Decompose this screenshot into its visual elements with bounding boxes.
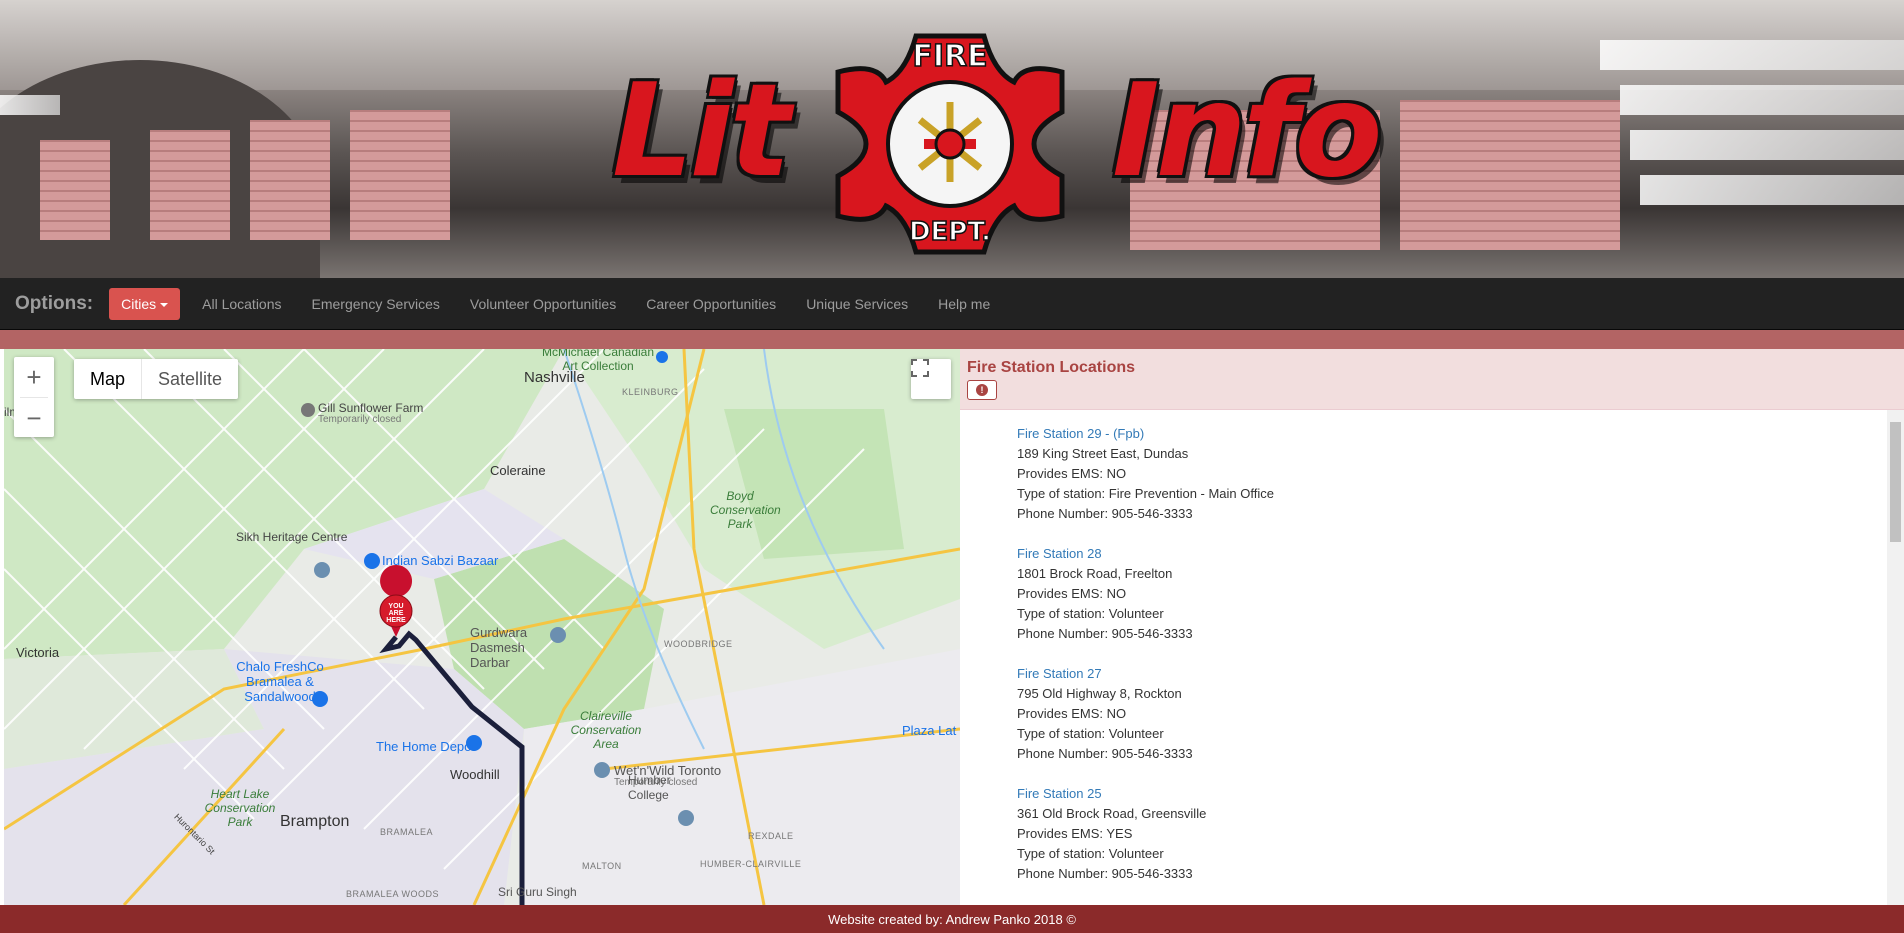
- svg-text:YOU: YOU: [388, 603, 403, 610]
- nav-link-all-locations[interactable]: All Locations: [187, 296, 296, 312]
- station-address: 1801 Brock Road, Freelton: [1017, 566, 1173, 581]
- map-label-plaza: Plaza Lat: [902, 723, 957, 738]
- panel-scrollbar[interactable]: [1887, 410, 1904, 905]
- station-phone: Phone Number: 905-546-3333: [1017, 506, 1193, 521]
- station-ems: Provides EMS: NO: [1017, 706, 1127, 721]
- map-label-claireville: Claireville Conservation Area: [570, 709, 642, 751]
- divider-bar: [0, 330, 1904, 349]
- map-label-woodbridge: WOODBRIDGE: [664, 639, 733, 649]
- nav-link-help-me[interactable]: Help me: [923, 296, 1005, 312]
- map-label-bramalea: BRAMALEA: [380, 827, 434, 837]
- station-type: Type of station: Fire Prevention - Main …: [1017, 486, 1274, 501]
- cities-dropdown-button[interactable]: Cities: [109, 287, 181, 320]
- nav-link-volunteer-opportunities[interactable]: Volunteer Opportunities: [455, 296, 631, 312]
- station-ems: Provides EMS: NO: [1017, 466, 1127, 481]
- map-label-humber-clairville: HUMBER-CLAIRVILLE: [700, 859, 802, 869]
- svg-text:HERE: HERE: [386, 617, 406, 624]
- map-label-kleinburg: KLEINBURG: [622, 387, 679, 397]
- station-ems: Provides EMS: YES: [1017, 826, 1133, 841]
- footer: Website created by: Andrew Panko 2018 ©: [0, 905, 1904, 933]
- map-label-indian: Indian Sabzi Bazaar: [382, 553, 499, 568]
- station-name-link[interactable]: Fire Station 29 - (Fpb): [1017, 424, 1904, 444]
- map-label-gurdwara: Gurdwara Dasmesh Darbar: [470, 625, 528, 670]
- station-type: Type of station: Volunteer: [1017, 726, 1164, 741]
- station-address: 189 King Street East, Dundas: [1017, 446, 1189, 461]
- fullscreen-button[interactable]: [911, 359, 951, 399]
- station-item: Fire Station 28 1801 Brock Road, Freelto…: [1017, 544, 1904, 644]
- logo-text-dept: DEPT.: [909, 217, 991, 247]
- map-label-chalo: Chalo FreshCo Bramalea & Sandalwood: [236, 659, 324, 704]
- nav-link-emergency-services[interactable]: Emergency Services: [297, 296, 455, 312]
- station-address: 361 Old Brock Road, Greensville: [1017, 806, 1207, 821]
- map-label-sri-guru-singh: Sri Guru Singh: [498, 885, 577, 899]
- map-label-brampton: Brampton: [280, 813, 350, 830]
- station-panel: Fire Station Locations ! Fire Station 29…: [960, 349, 1904, 905]
- station-name-link[interactable]: Fire Station 28: [1017, 544, 1904, 564]
- zoom-in-button[interactable]: +: [14, 357, 54, 397]
- station-ems: Provides EMS: NO: [1017, 586, 1127, 601]
- banner-title-info: Info: [1112, 57, 1382, 206]
- satellite-view-button[interactable]: Satellite: [142, 359, 238, 399]
- nav-link-career-opportunities[interactable]: Career Opportunities: [631, 296, 791, 312]
- station-phone: Phone Number: 905-546-3333: [1017, 626, 1193, 641]
- station-item: Fire Station 29 - (Fpb) 189 King Street …: [1017, 424, 1904, 524]
- map-label-rexdale: REXDALE: [748, 831, 794, 841]
- map-view-button[interactable]: Map: [74, 359, 143, 399]
- map-label-woodhill: Woodhill: [450, 767, 500, 782]
- header-banner: Lit FIRE DEPT. Info: [0, 0, 1904, 278]
- station-list[interactable]: Fire Station 29 - (Fpb) 189 King Street …: [960, 410, 1904, 905]
- map-label-gill: Gill Sunflower Farm: [318, 401, 424, 415]
- panel-title: Fire Station Locations: [967, 359, 1136, 376]
- fullscreen-icon: [911, 359, 929, 377]
- nav-brand: Options:: [15, 292, 94, 314]
- map-type-control: Map Satellite: [74, 359, 239, 399]
- station-phone: Phone Number: 905-546-3333: [1017, 866, 1193, 881]
- station-item: Fire Station 27 795 Old Highway 8, Rockt…: [1017, 664, 1904, 764]
- nav-link-unique-services[interactable]: Unique Services: [791, 296, 923, 312]
- map-label-mcmichael: McMichael Canadian Art Collection: [541, 349, 655, 373]
- map-label-victoria: Victoria: [16, 645, 60, 660]
- map-label-sikh: Sikh Heritage Centre: [236, 530, 348, 544]
- panel-heading: Fire Station Locations !: [960, 349, 1904, 410]
- options-navbar: Options: Cities All Locations Emergency …: [0, 278, 1904, 330]
- map-label-boyd: Boyd Conservation Park: [710, 489, 781, 531]
- station-name-link[interactable]: Fire Station 27: [1017, 664, 1904, 684]
- caret-down-icon: [160, 302, 169, 307]
- banner-title-lit: Lit: [612, 57, 791, 206]
- info-button[interactable]: !: [967, 380, 997, 400]
- logo-text-fire: FIRE: [912, 39, 987, 74]
- map-label-coleraine: Coleraine: [490, 463, 546, 478]
- station-name-link[interactable]: Fire Station 25: [1017, 784, 1904, 804]
- info-icon: !: [976, 384, 988, 396]
- map-label-gill-sub: Temporarily closed: [318, 414, 402, 425]
- map-label-malton: MALTON: [582, 861, 622, 871]
- cities-label: Cities: [121, 295, 157, 312]
- svg-text:ARE: ARE: [389, 610, 404, 617]
- scrollbar-thumb[interactable]: [1890, 422, 1901, 542]
- station-item: Fire Station 25 361 Old Brock Road, Gree…: [1017, 784, 1904, 884]
- map-label-heart-lake: Heart Lake Conservation Park: [204, 787, 276, 829]
- map-label-humber: Humber College: [628, 773, 671, 802]
- station-address: 795 Old Highway 8, Rockton: [1017, 686, 1182, 701]
- station-phone: Phone Number: 905-546-3333: [1017, 746, 1193, 761]
- fire-dept-logo: FIRE DEPT.: [835, 33, 1065, 255]
- zoom-control: + −: [14, 357, 54, 437]
- map-label-home-depot: The Home Depot: [376, 739, 475, 754]
- map-label-bramalea-woods: BRAMALEA WOODS: [346, 889, 440, 899]
- zoom-out-button[interactable]: −: [14, 398, 54, 438]
- station-type: Type of station: Volunteer: [1017, 846, 1164, 861]
- station-type: Type of station: Volunteer: [1017, 606, 1164, 621]
- google-map[interactable]: YOU ARE HERE Nashville McMichael Canadia…: [4, 349, 960, 905]
